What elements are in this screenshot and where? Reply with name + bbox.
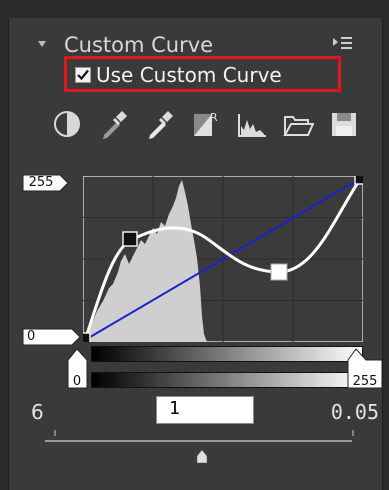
input-gradient-bar (91, 346, 363, 362)
curve-editor: 255 0 0 255 (9, 166, 383, 428)
contrast-icon[interactable] (52, 108, 84, 140)
gamma-slider-thumb (196, 449, 208, 464)
histogram-icon[interactable] (236, 108, 268, 140)
panel-title: Custom Curve (64, 33, 214, 57)
gamma-row: 6 1 0.05 (9, 396, 382, 428)
gray-point-eyedropper-icon[interactable] (144, 108, 176, 140)
use-custom-curve-highlight: Use Custom Curve (64, 56, 341, 92)
input-max-label: 255 (352, 374, 378, 389)
curve-graph[interactable] (83, 176, 363, 342)
gamma-input[interactable]: 1 (156, 396, 254, 424)
triangle-down-icon[interactable] (38, 41, 46, 47)
rgb-channel-icon[interactable]: R (190, 108, 222, 140)
use-custom-curve-label[interactable]: Use Custom Curve (96, 63, 282, 87)
save-icon[interactable] (328, 108, 360, 140)
input-min-label: 0 (72, 374, 82, 389)
gamma-left-value: 6 (31, 400, 44, 424)
output-min-label: 0 (27, 329, 36, 344)
curve-point-shadow[interactable] (122, 231, 138, 247)
panel-header[interactable]: Custom Curve (9, 18, 382, 58)
svg-text:R: R (210, 111, 218, 124)
gamma-slider[interactable] (9, 428, 382, 468)
panel-menu-icon[interactable] (332, 35, 354, 51)
gamma-right-value: 0.05 (330, 400, 379, 424)
output-gradient-bar (91, 372, 363, 388)
custom-curve-panel: Custom Curve Use Custom Curve R 255 0 0 … (8, 18, 383, 490)
curve-point-white[interactable] (354, 176, 363, 185)
output-max-label: 255 (28, 175, 54, 190)
use-custom-curve-checkbox[interactable] (75, 67, 91, 83)
curve-point-black[interactable] (83, 332, 91, 342)
black-point-eyedropper-icon[interactable] (98, 108, 130, 140)
open-folder-icon[interactable] (282, 108, 314, 140)
curve-point-highlight[interactable] (270, 263, 288, 281)
curve-toolbar: R (52, 108, 372, 144)
